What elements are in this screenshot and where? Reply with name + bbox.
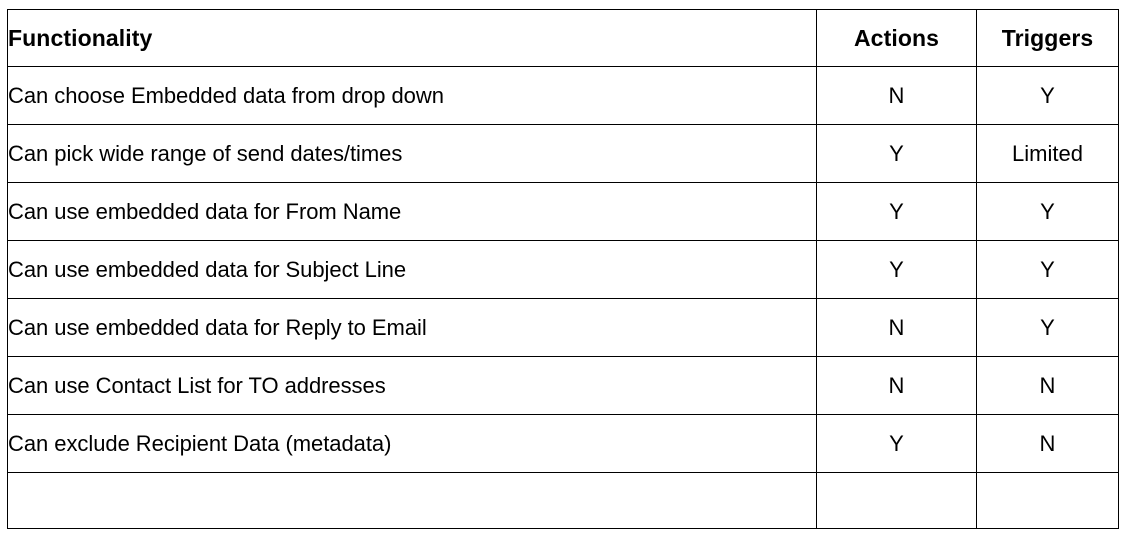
cell-actions: Y [816, 124, 977, 183]
cell-triggers: N [976, 356, 1119, 415]
table-body: Can choose Embedded data from drop down … [7, 66, 1119, 529]
cell-actions: Y [816, 414, 977, 473]
cell-functionality: Can use embedded data for Reply to Email [7, 298, 817, 357]
cell-actions: N [816, 298, 977, 357]
table-header: Functionality Actions Triggers [7, 9, 1119, 67]
cell-actions: Y [816, 182, 977, 241]
table-row: Can use embedded data for Subject Line Y… [7, 240, 1119, 299]
table-row: Can pick wide range of send dates/times … [7, 124, 1119, 183]
cell-triggers: Y [976, 298, 1119, 357]
cell-triggers: Y [976, 240, 1119, 299]
column-header-triggers: Triggers [976, 9, 1119, 67]
cell-actions [816, 472, 977, 529]
table-header-row: Functionality Actions Triggers [7, 9, 1119, 67]
cell-triggers: Y [976, 66, 1119, 125]
table-row: Can use embedded data for From Name Y Y [7, 182, 1119, 241]
cell-triggers: N [976, 414, 1119, 473]
column-header-functionality: Functionality [7, 9, 817, 67]
cell-functionality: Can pick wide range of send dates/times [7, 124, 817, 183]
table-row: Can use Contact List for TO addresses N … [7, 356, 1119, 415]
table-row: Can use embedded data for Reply to Email… [7, 298, 1119, 357]
page-root: Functionality Actions Triggers Can choos… [0, 0, 1130, 544]
cell-functionality: Can use Contact List for TO addresses [7, 356, 817, 415]
cell-actions: N [816, 66, 977, 125]
column-header-actions: Actions [816, 9, 977, 67]
cell-triggers: Limited [976, 124, 1119, 183]
cell-triggers [976, 472, 1119, 529]
functionality-comparison-table: Functionality Actions Triggers Can choos… [7, 9, 1119, 529]
cell-functionality [7, 472, 817, 529]
cell-actions: N [816, 356, 977, 415]
cell-functionality: Can use embedded data for From Name [7, 182, 817, 241]
cell-actions: Y [816, 240, 977, 299]
cell-functionality: Can choose Embedded data from drop down [7, 66, 817, 125]
cell-functionality: Can exclude Recipient Data (metadata) [7, 414, 817, 473]
table-row: Can choose Embedded data from drop down … [7, 66, 1119, 125]
table-row-empty [7, 472, 1119, 529]
cell-functionality: Can use embedded data for Subject Line [7, 240, 817, 299]
table-row: Can exclude Recipient Data (metadata) Y … [7, 414, 1119, 473]
cell-triggers: Y [976, 182, 1119, 241]
